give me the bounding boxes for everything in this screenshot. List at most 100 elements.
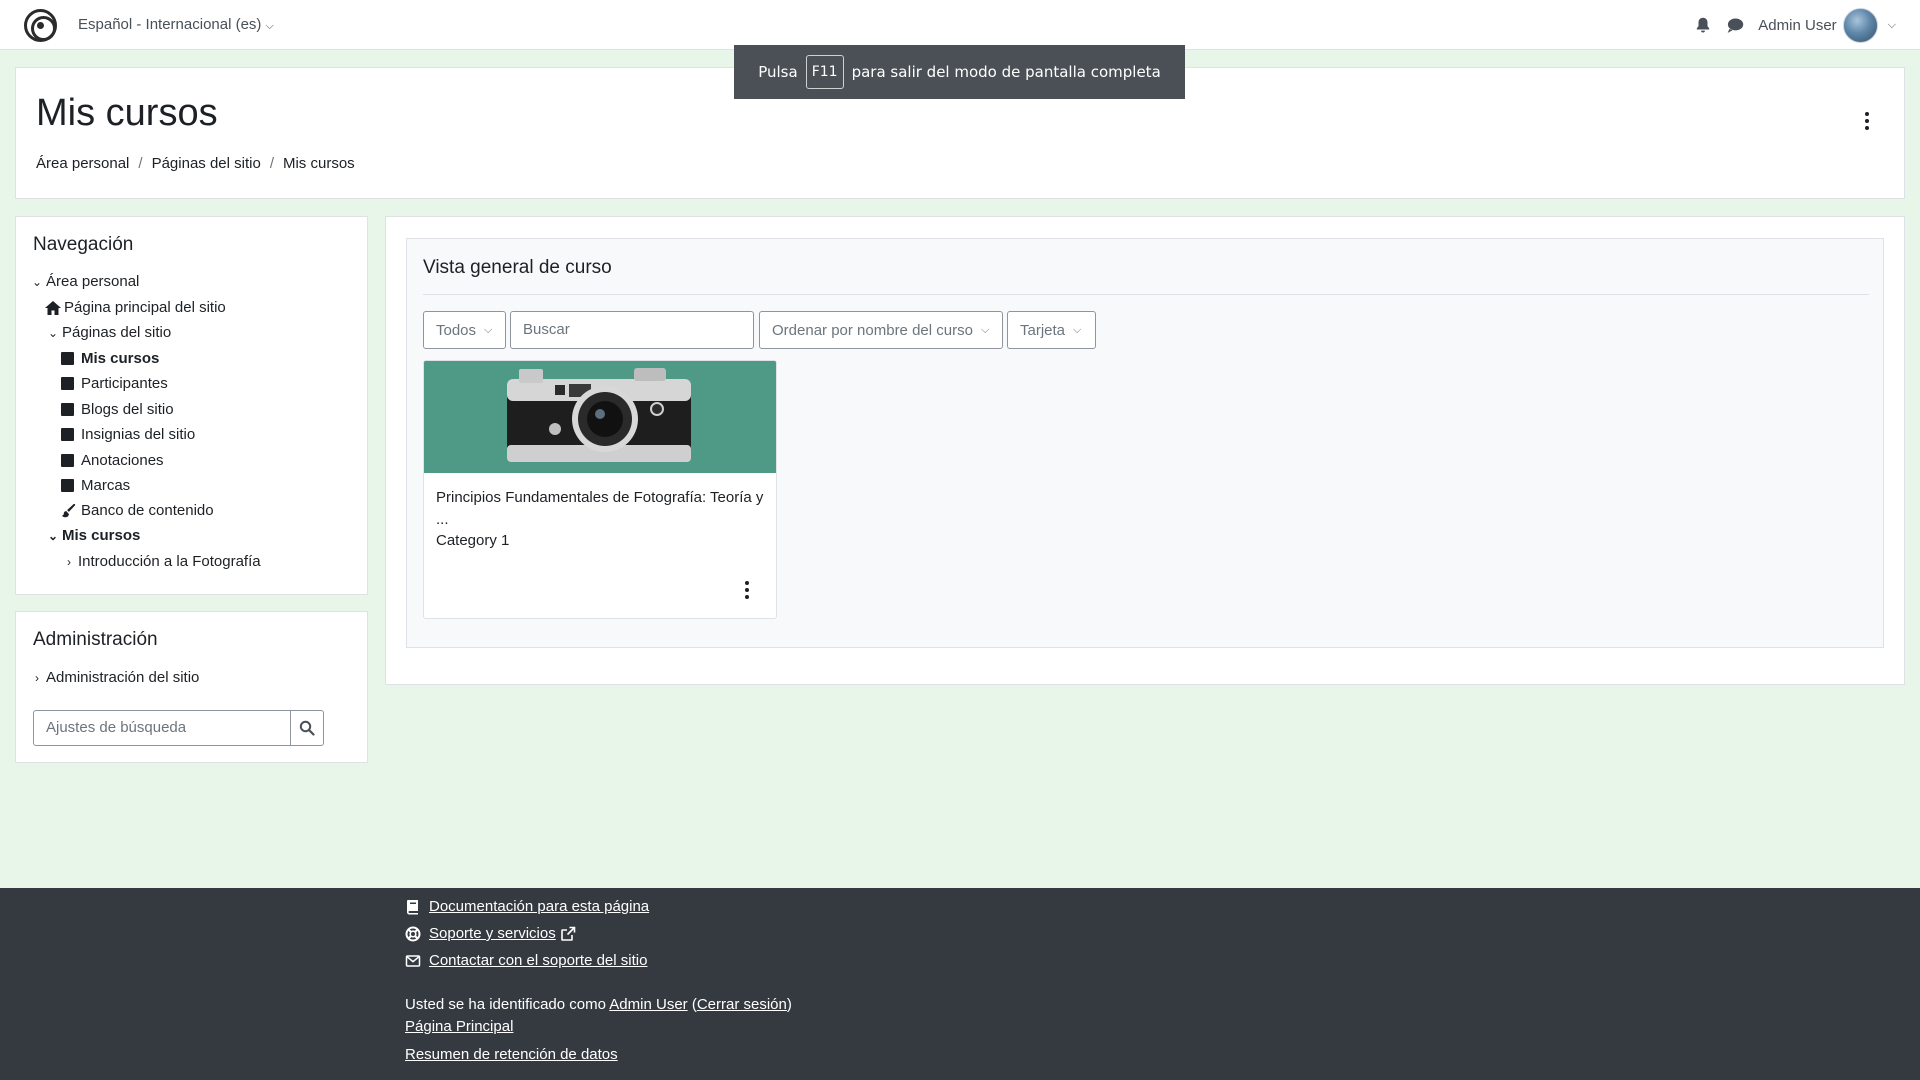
notice-text-before: Pulsa	[758, 63, 798, 81]
avatar[interactable]	[1842, 7, 1878, 43]
breadcrumb-separator: /	[138, 155, 143, 172]
nav-item-label: Blogs del sitio	[81, 401, 174, 418]
view-label: Tarjeta	[1020, 321, 1066, 339]
camera-image	[424, 361, 776, 473]
chevron-down-icon: ⌄	[31, 274, 43, 289]
chat-icon[interactable]	[1726, 16, 1744, 34]
home-link[interactable]: Página Principal	[405, 1018, 513, 1035]
course-name-ellipsis: ...	[436, 511, 449, 528]
page-title: Mis cursos	[36, 92, 218, 134]
course-overview-block: Vista general de curso Todos ⌵ Buscar Ord…	[406, 238, 1884, 648]
nav-item-label: Mis cursos	[81, 350, 160, 367]
nav-item-label: Páginas del sitio	[62, 324, 172, 341]
nav-item-label: Marcas	[81, 477, 131, 494]
navigation-title: Navegación	[33, 234, 134, 255]
breadcrumb-item[interactable]: Área personal	[36, 155, 129, 172]
nav-item-label: Banco de contenido	[81, 502, 214, 519]
user-area: Admin User ⌵	[1694, 7, 1896, 43]
fullscreen-notice: Pulsa F11 para salir del modo de pantall…	[734, 45, 1185, 99]
view-dropdown[interactable]: Tarjeta ⌵	[1007, 311, 1096, 349]
course-actions-kebab-icon[interactable]	[744, 581, 750, 601]
nav-item-site-badges[interactable]: Insignias del sitio	[61, 426, 195, 443]
administration-title: Administración	[33, 629, 158, 650]
language-label: Español - Internacional (es)	[78, 16, 262, 33]
nav-item-label: Introducción a la Fotografía	[78, 553, 261, 570]
footer-contact-link[interactable]: Contactar con el soporte del sitio	[405, 952, 647, 969]
nav-item-label: Anotaciones	[81, 452, 164, 469]
username[interactable]: Admin User	[1758, 17, 1836, 34]
nav-item-site-pages[interactable]: ⌄ Páginas del sitio	[46, 324, 171, 341]
footer-docs-link[interactable]: Documentación para esta página	[405, 898, 649, 915]
footer-contact-label[interactable]: Contactar con el soporte del sitio	[429, 952, 647, 969]
nav-item-area-personal[interactable]: ⌄ Área personal	[30, 273, 139, 290]
key-badge: F11	[805, 55, 844, 89]
nav-item-my-courses[interactable]: ⌄ Mis cursos	[46, 527, 140, 544]
course-name-line: Principios Fundamentales de Fotografía: …	[436, 489, 764, 506]
course-name-link[interactable]: Principios Fundamentales de Fotografía: …	[436, 487, 766, 531]
footer-support-link[interactable]: Soporte y servicios	[405, 925, 576, 942]
nav-item-site-home[interactable]: Página principal del sitio	[44, 299, 226, 316]
profile-link[interactable]: Admin User	[609, 996, 687, 1013]
footer-support-label[interactable]: Soporte y servicios	[429, 925, 556, 942]
course-overview-title: Vista general de curso	[423, 257, 612, 278]
nav-item-label: Participantes	[81, 375, 168, 392]
notice-text-after: para salir del modo de pantalla completa	[851, 63, 1161, 81]
paintbrush-icon	[61, 503, 76, 518]
settings-search-input[interactable]: Ajustes de búsqueda	[33, 710, 291, 746]
nav-item-notes[interactable]: Anotaciones	[61, 452, 164, 469]
bell-icon[interactable]	[1694, 16, 1712, 34]
page-icon	[61, 352, 74, 365]
chevron-down-icon: ⌄	[47, 325, 59, 340]
page-icon	[61, 403, 74, 416]
page-icon	[61, 428, 74, 441]
course-image[interactable]	[424, 361, 776, 473]
nav-item-site-blogs[interactable]: Blogs del sitio	[61, 401, 174, 418]
chevron-right-icon: ›	[35, 670, 39, 685]
course-card[interactable]: Principios Fundamentales de Fotografía: …	[423, 360, 777, 619]
page-actions-kebab-icon[interactable]	[1864, 112, 1870, 132]
top-navbar: Español - Internacional (es) ⌵ Admin User…	[0, 0, 1920, 50]
chevron-down-icon: ⌄	[47, 528, 59, 543]
envelope-icon	[405, 954, 421, 967]
course-category: Category 1	[436, 532, 510, 549]
footer-docs-label[interactable]: Documentación para esta página	[429, 898, 649, 915]
nav-item-label: Área personal	[46, 273, 140, 290]
main-region: Vista general de curso Todos ⌵ Buscar Ord…	[385, 216, 1905, 685]
nav-item-label: Página principal del sitio	[64, 299, 226, 316]
nav-item-content-bank[interactable]: Banco de contenido	[61, 502, 214, 519]
nav-item-my-courses-page[interactable]: Mis cursos	[61, 350, 159, 367]
divider	[423, 294, 1869, 295]
nav-item-label: Administración del sitio	[46, 669, 200, 686]
chevron-down-icon: ⌵	[1073, 323, 1082, 336]
page-footer: Documentación para esta página Soporte y…	[0, 888, 1920, 1080]
sort-label: Ordenar por nombre del curso	[772, 321, 973, 339]
logged-in-info: Usted se ha identificado como Admin User…	[405, 996, 792, 1013]
nav-item-participants[interactable]: Participantes	[61, 375, 168, 392]
chevron-down-icon: ⌵	[484, 323, 493, 336]
breadcrumb-item: Mis cursos	[282, 155, 355, 172]
chevron-right-icon: ›	[67, 554, 71, 569]
page-icon	[61, 479, 74, 492]
logged-in-prefix: Usted se ha identificado como	[405, 996, 606, 1013]
site-logo[interactable]	[24, 9, 57, 42]
breadcrumb-item[interactable]: Páginas del sitio	[152, 155, 261, 172]
nav-item-course[interactable]: › Introducción a la Fotografía	[62, 553, 261, 570]
home-icon	[45, 300, 61, 315]
course-search-input[interactable]: Buscar	[510, 311, 754, 349]
footer-retention: Resumen de retención de datos	[405, 1046, 618, 1063]
page-icon	[61, 377, 74, 390]
logout-link[interactable]: Cerrar sesión	[697, 996, 787, 1013]
language-menu[interactable]: Español - Internacional (es) ⌵	[78, 16, 274, 33]
breadcrumb: Área personal / Páginas del sitio / Mis …	[36, 155, 355, 172]
settings-search-button[interactable]	[290, 710, 324, 746]
chevron-down-icon[interactable]: ⌵	[1888, 19, 1896, 32]
nav-item-site-administration[interactable]: › Administración del sitio	[30, 669, 199, 686]
nav-item-tags[interactable]: Marcas	[61, 477, 130, 494]
page-icon	[61, 454, 74, 467]
data-retention-link[interactable]: Resumen de retención de datos	[405, 1046, 618, 1063]
nav-item-label: Insignias del sitio	[81, 426, 196, 443]
grouping-dropdown[interactable]: Todos ⌵	[423, 311, 506, 349]
sort-dropdown[interactable]: Ordenar por nombre del curso ⌵	[759, 311, 1003, 349]
search-icon	[299, 720, 315, 736]
grouping-label: Todos	[436, 321, 477, 339]
